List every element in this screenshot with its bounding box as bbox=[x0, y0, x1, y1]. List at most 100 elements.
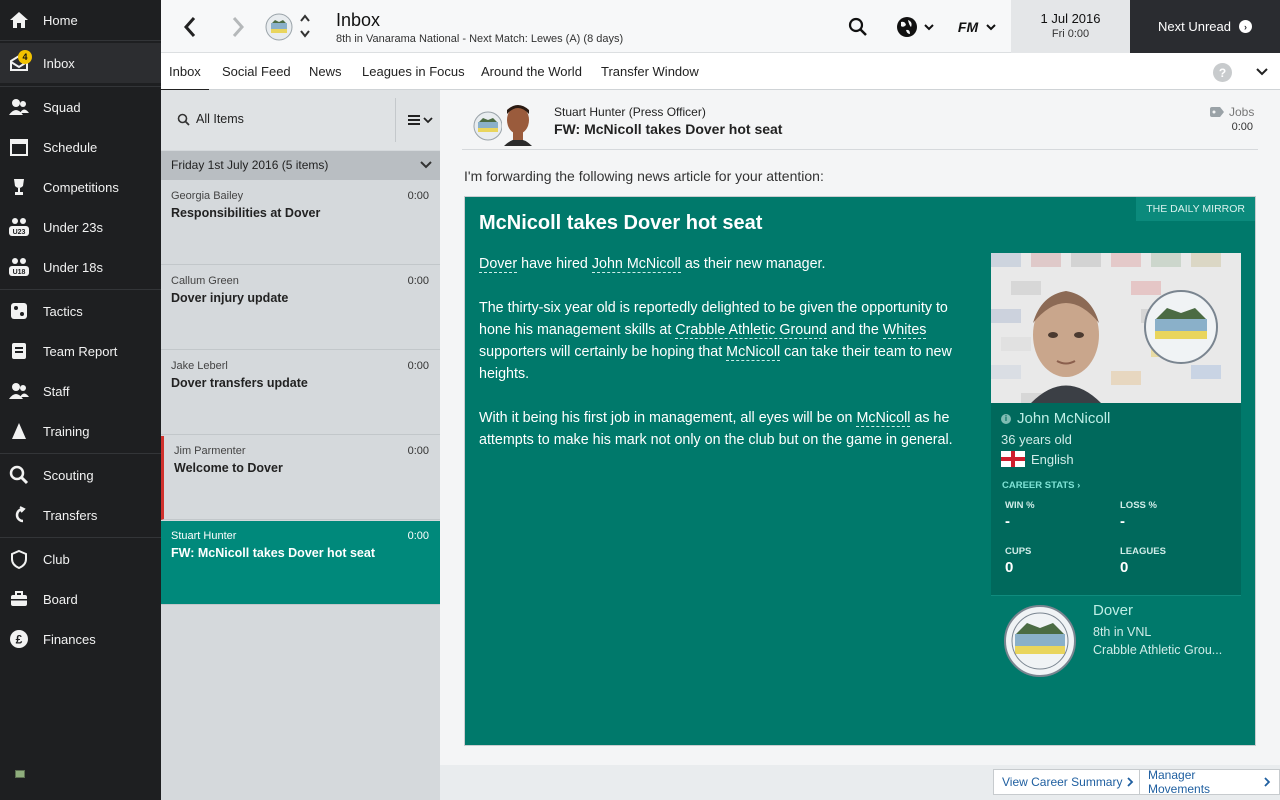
message-time: 0:00 bbox=[407, 190, 429, 202]
list-item[interactable]: Jake Leberl 0:00 Dover transfers update bbox=[161, 351, 440, 435]
sidebar-item-training[interactable]: Training bbox=[0, 411, 161, 451]
finances-icon: £ bbox=[8, 628, 30, 650]
manager-name-row[interactable]: i John McNicoll bbox=[1001, 410, 1110, 427]
button-label: Manager Movements bbox=[1148, 768, 1211, 796]
page-title: Inbox bbox=[336, 10, 381, 30]
sidebar-item-label: Squad bbox=[43, 99, 81, 115]
sidebar-item-team-report[interactable]: Team Report bbox=[0, 331, 161, 371]
news-article: THE DAILY MIRROR McNicoll takes Dover ho… bbox=[464, 196, 1256, 746]
date-display[interactable]: 1 Jul 2016 Fri 0:00 bbox=[1011, 0, 1130, 53]
unread-badge: 4 bbox=[18, 50, 32, 64]
manager-link[interactable]: McNicoll bbox=[856, 410, 911, 427]
tab-around-the-world[interactable]: Around the World bbox=[481, 53, 582, 90]
search-icon bbox=[177, 113, 190, 126]
menu-lines-icon bbox=[407, 115, 420, 125]
view-career-summary-button[interactable]: View Career Summary bbox=[993, 769, 1144, 795]
divider bbox=[0, 289, 161, 290]
tab-transfer-window[interactable]: Transfer Window bbox=[601, 53, 699, 90]
club-switcher-button[interactable] bbox=[298, 13, 312, 39]
club-badge-icon[interactable] bbox=[264, 12, 294, 42]
manager-link[interactable]: John McNicoll bbox=[591, 256, 681, 273]
board-icon bbox=[8, 588, 30, 610]
filter-all-items[interactable]: All Items bbox=[177, 112, 244, 126]
sidebar-item-staff[interactable]: Staff bbox=[0, 371, 161, 411]
tab-leagues-in-focus[interactable]: Leagues in Focus bbox=[362, 53, 465, 90]
list-options-button[interactable] bbox=[406, 110, 434, 130]
sender-avatar bbox=[472, 98, 536, 146]
chevron-right-icon bbox=[1127, 777, 1134, 787]
divider bbox=[0, 537, 161, 538]
list-item-selected[interactable]: Stuart Hunter 0:00 FW: McNicoll takes Do… bbox=[161, 521, 440, 605]
list-item[interactable]: Jim Parmenter 0:00 Welcome to Dover bbox=[161, 436, 440, 520]
sidebar-item-label: Staff bbox=[43, 383, 70, 399]
sidebar-item-label: Board bbox=[43, 591, 78, 607]
filter-label: All Items bbox=[196, 112, 244, 126]
forward-button[interactable] bbox=[225, 14, 251, 40]
sidebar-item-scouting[interactable]: Scouting bbox=[0, 455, 161, 495]
sidebar-item-finances[interactable]: £ Finances bbox=[0, 619, 161, 659]
text: and the bbox=[827, 322, 883, 338]
search-button[interactable] bbox=[845, 14, 871, 40]
win-pct-label: WIN % bbox=[1005, 500, 1035, 511]
club-ground: Crabble Athletic Grou... bbox=[1093, 643, 1223, 657]
sidebar-item-home[interactable]: Home bbox=[0, 0, 161, 40]
calendar-icon bbox=[8, 136, 30, 158]
sidebar-item-label: Competitions bbox=[43, 179, 119, 195]
article-source: THE DAILY MIRROR bbox=[1136, 197, 1255, 221]
club-link[interactable]: Dover bbox=[479, 256, 518, 273]
status-icon[interactable] bbox=[15, 770, 25, 778]
sidebar-item-under-23s[interactable]: U23 Under 23s bbox=[0, 207, 161, 247]
sidebar-item-schedule[interactable]: Schedule bbox=[0, 127, 161, 167]
message-sender: Jake Leberl bbox=[171, 360, 228, 372]
sidebar-item-club[interactable]: Club bbox=[0, 539, 161, 579]
sidebar-item-label: Scouting bbox=[43, 467, 94, 483]
tab-news[interactable]: News bbox=[309, 53, 342, 90]
article-paragraph: Dover have hired John McNicoll as their … bbox=[479, 253, 979, 275]
sidebar-item-competitions[interactable]: Competitions bbox=[0, 167, 161, 207]
sidebar-item-under-18s[interactable]: U18 Under 18s bbox=[0, 247, 161, 287]
home-icon bbox=[8, 9, 30, 31]
sidebar-item-transfers[interactable]: Transfers bbox=[0, 495, 161, 535]
tab-overflow-button[interactable] bbox=[1254, 65, 1270, 79]
help-icon[interactable]: ? bbox=[1213, 63, 1232, 82]
england-flag-icon bbox=[1001, 451, 1025, 467]
sidebar-item-board[interactable]: Board bbox=[0, 579, 161, 619]
club-crest-icon bbox=[1004, 605, 1076, 677]
club-position: 8th in VNL bbox=[1093, 625, 1152, 639]
staff-icon bbox=[8, 380, 30, 402]
sidebar-item-tactics[interactable]: Tactics bbox=[0, 291, 161, 331]
sidebar-item-label: Under 23s bbox=[43, 219, 103, 235]
message-list-panel: All Items Friday 1st July 2016 (5 items)… bbox=[161, 90, 440, 800]
stadium-link[interactable]: Crabble Athletic Ground bbox=[675, 322, 828, 339]
tab-social-feed[interactable]: Social Feed bbox=[222, 53, 291, 90]
manager-link[interactable]: McNicoll bbox=[726, 344, 781, 361]
world-menu-button[interactable] bbox=[891, 14, 939, 40]
back-button[interactable] bbox=[177, 14, 203, 40]
next-unread-button[interactable]: Next Unread › bbox=[1130, 0, 1280, 53]
career-stats-link[interactable]: CAREER STATS › bbox=[1002, 480, 1080, 491]
club-nickname-link[interactable]: Whites bbox=[882, 322, 927, 339]
training-icon bbox=[8, 420, 30, 442]
chevron-updown-icon bbox=[300, 14, 310, 38]
message-group-header[interactable]: Friday 1st July 2016 (5 items) bbox=[161, 151, 440, 180]
message-sender: Jim Parmenter bbox=[174, 445, 246, 457]
list-item[interactable]: Georgia Bailey 0:00 Responsibilities at … bbox=[161, 181, 440, 265]
loss-pct-label: LOSS % bbox=[1120, 500, 1157, 511]
title-block: Inbox 8th in Vanarama National - Next Ma… bbox=[336, 10, 623, 45]
sidebar-item-squad[interactable]: Squad bbox=[0, 87, 161, 127]
message-subject: FW: McNicoll takes Dover hot seat bbox=[171, 546, 375, 560]
tactics-icon bbox=[8, 300, 30, 322]
sidebar-item-label: Tactics bbox=[43, 303, 83, 319]
sidebar-item-inbox[interactable]: 4 Inbox bbox=[0, 43, 161, 83]
list-item[interactable]: Callum Green 0:00 Dover injury update bbox=[161, 266, 440, 350]
manager-movements-button[interactable]: Manager Movements bbox=[1139, 768, 1280, 796]
fm-menu-button[interactable]: FM bbox=[956, 14, 998, 40]
club-info[interactable]: Dover 8th in VNL Crabble Athletic Grou..… bbox=[991, 595, 1241, 685]
manager-photo[interactable] bbox=[991, 253, 1241, 403]
message-category[interactable]: Jobs bbox=[1210, 105, 1254, 119]
tab-inbox[interactable]: Inbox bbox=[161, 53, 209, 91]
sidebar-item-label: Under 18s bbox=[43, 259, 103, 275]
message-sender: Callum Green bbox=[171, 275, 239, 287]
article-paragraph: The thirty-six year old is reportedly de… bbox=[479, 297, 979, 385]
leagues-label: LEAGUES bbox=[1120, 546, 1166, 557]
